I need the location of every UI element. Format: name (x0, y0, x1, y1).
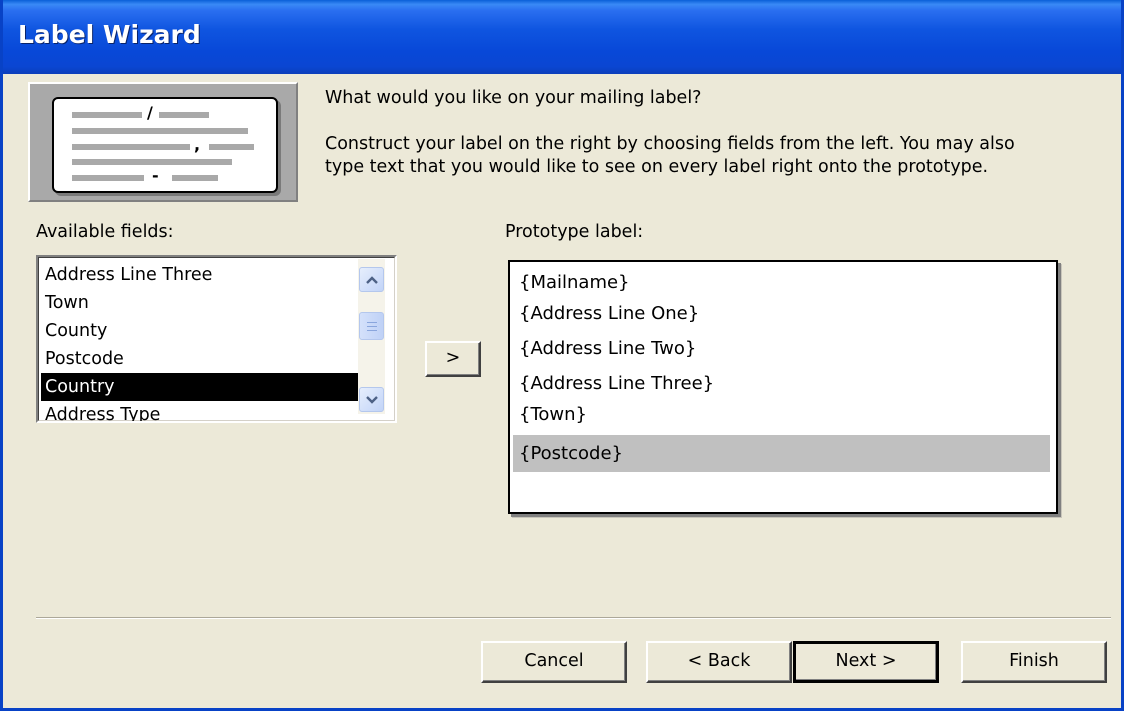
scroll-down-button[interactable] (359, 387, 384, 412)
finish-button[interactable]: Finish (961, 641, 1107, 683)
title-bar[interactable]: Label Wizard (3, 0, 1121, 74)
footer-divider (36, 617, 1111, 619)
available-fields-list[interactable]: Address Line Three Town County Postcode … (36, 255, 397, 423)
list-item[interactable]: Town (41, 289, 358, 317)
prototype-label-editor[interactable]: {Mailname} {Address Line One} {Address L… (508, 260, 1058, 514)
next-button[interactable]: Next > (793, 641, 939, 683)
window-title: Label Wizard (18, 20, 201, 49)
prototype-line-highlighted[interactable]: {Postcode} (513, 435, 1050, 472)
comma-mark: , (194, 135, 201, 154)
wizard-instructions-line-1: Construct your label on the right by cho… (325, 134, 1015, 154)
list-item[interactable]: Postcode (41, 345, 358, 373)
list-scrollbar[interactable] (358, 259, 385, 414)
prototype-line[interactable]: {Address Line Two} (513, 330, 1050, 367)
prototype-line[interactable]: {Town} (513, 396, 1050, 433)
add-field-button[interactable]: > (425, 341, 481, 377)
label-card-illustration: / , - (52, 97, 278, 193)
prototype-line[interactable]: {Address Line One} (513, 295, 1050, 332)
prototype-label-heading: Prototype label: (505, 222, 644, 242)
cancel-button[interactable]: Cancel (481, 641, 627, 683)
slash-mark: / (147, 103, 153, 122)
back-button[interactable]: < Back (646, 641, 792, 683)
list-item[interactable]: Address Type (41, 401, 358, 421)
list-item-selected[interactable]: Country (41, 373, 358, 401)
label-wizard-window: Label Wizard / , - What would you like o… (0, 0, 1124, 711)
list-item[interactable]: County (41, 317, 358, 345)
scroll-thumb[interactable] (359, 312, 384, 340)
wizard-question: What would you like on your mailing labe… (325, 88, 702, 108)
list-item[interactable]: Address Line Three (41, 261, 358, 289)
chevron-up-icon (365, 275, 378, 284)
label-illustration: / , - (28, 82, 298, 202)
wizard-instructions-line-2: type text that you would like to see on … (325, 157, 989, 177)
available-fields-label: Available fields: (36, 222, 174, 242)
scroll-up-button[interactable] (359, 267, 384, 292)
chevron-down-icon (365, 395, 378, 404)
dash-mark: - (152, 166, 159, 185)
